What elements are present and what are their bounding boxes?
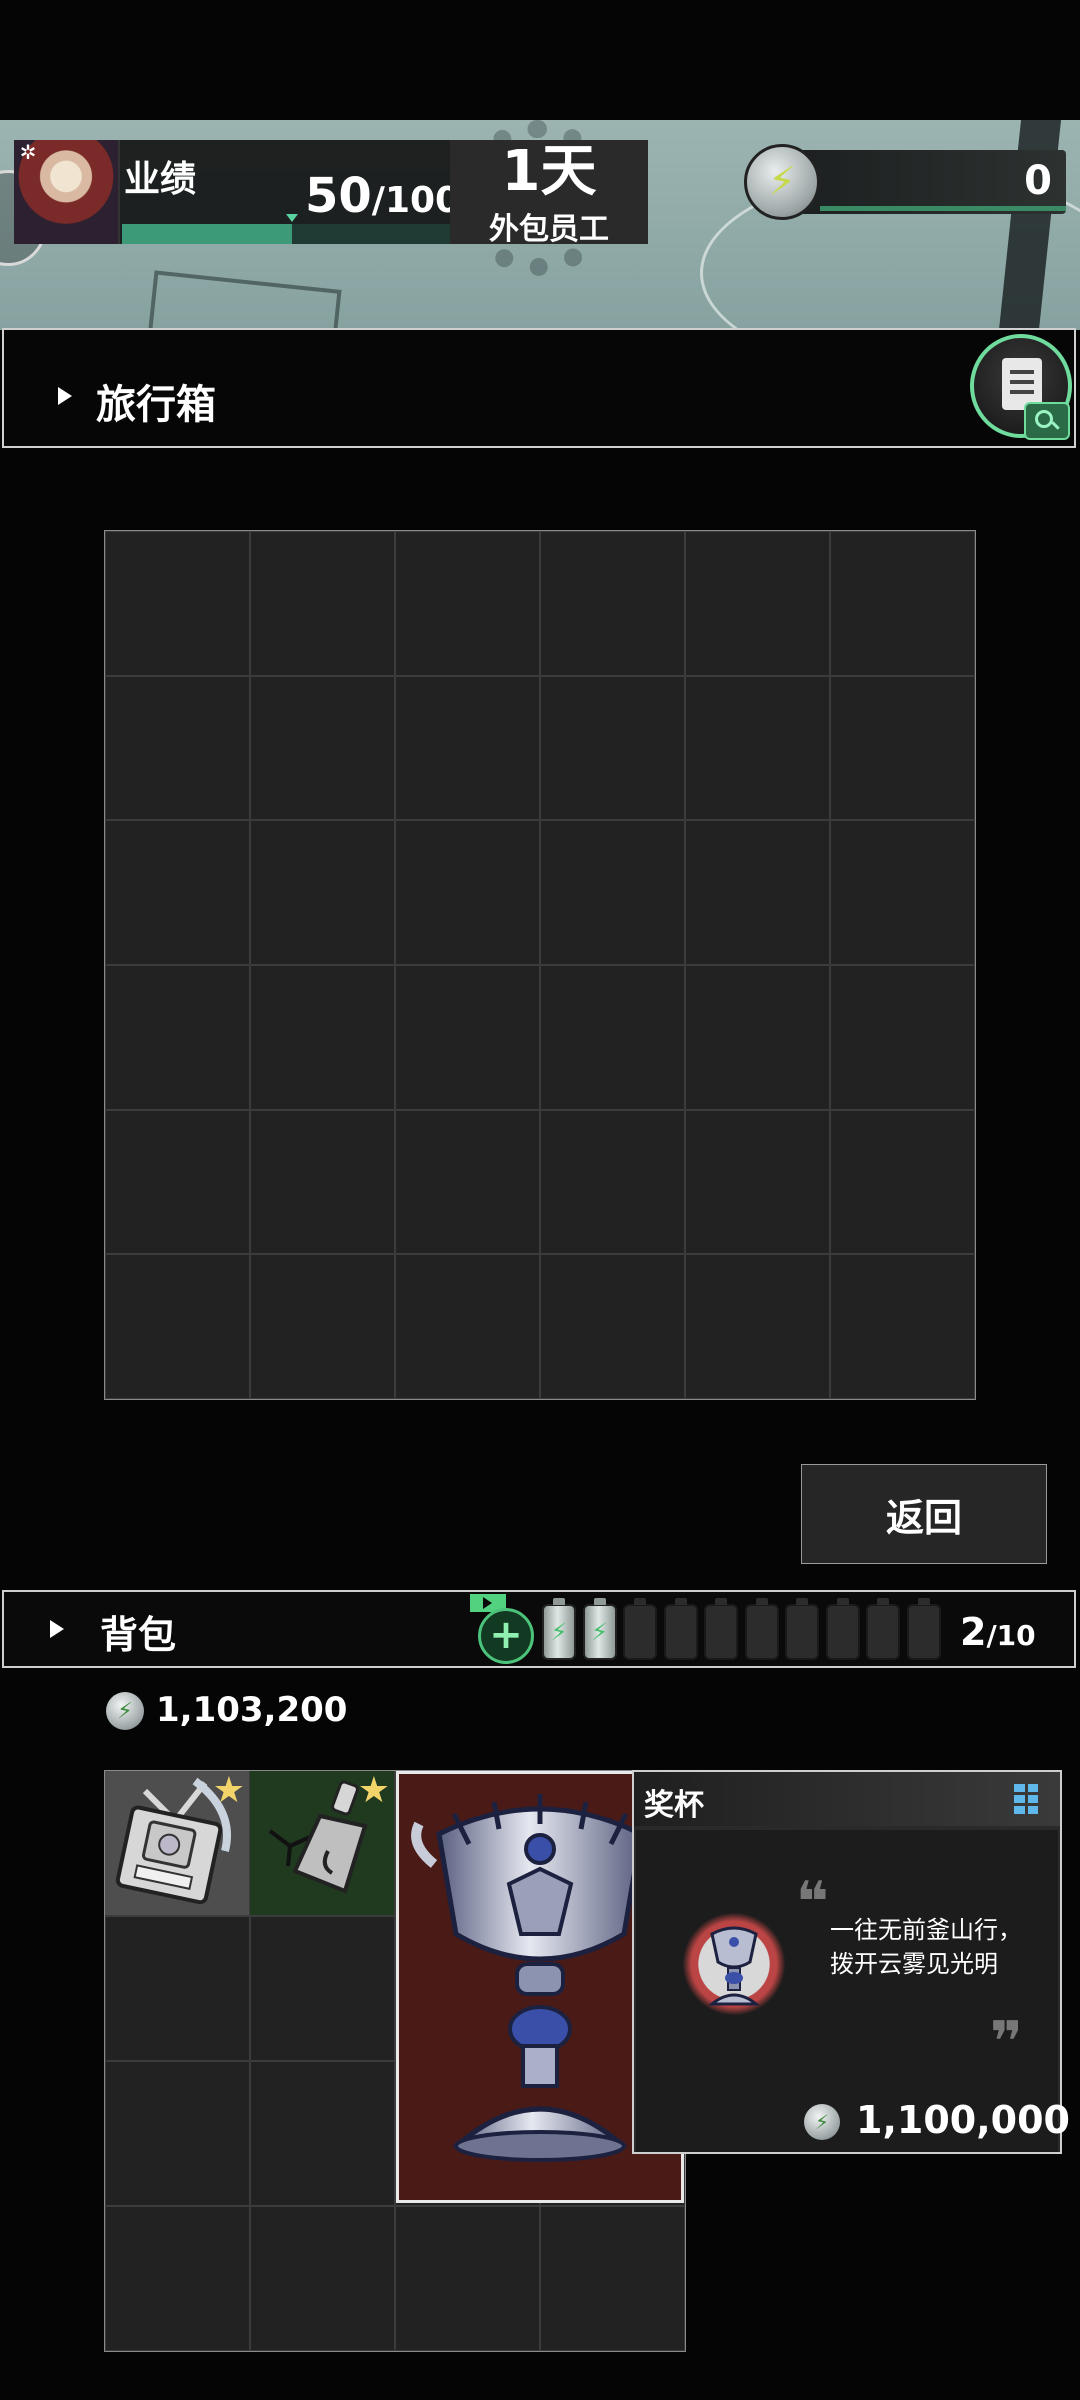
battery-empty-icon bbox=[785, 1598, 819, 1660]
star-icon: ★ bbox=[212, 1770, 245, 1811]
grid-cell[interactable] bbox=[105, 1109, 250, 1255]
performance-marker-icon bbox=[286, 214, 298, 222]
performance-bar-fill bbox=[122, 224, 292, 244]
grid-cell[interactable] bbox=[685, 531, 830, 676]
grid-cell[interactable] bbox=[105, 2061, 250, 2206]
performance-max: /100 bbox=[371, 180, 461, 221]
grid-cell[interactable] bbox=[540, 1109, 685, 1255]
slots-total: /10 bbox=[986, 1619, 1036, 1652]
grid-cell[interactable] bbox=[395, 1109, 540, 1255]
item-price: 1,100,000 bbox=[856, 2098, 1070, 2142]
grid-cell[interactable] bbox=[105, 675, 250, 821]
trophy-thumbnail-icon bbox=[682, 1912, 786, 2016]
grid-cell[interactable] bbox=[540, 675, 685, 821]
battery-empty-icon bbox=[663, 1598, 698, 1660]
battery-empty-icon bbox=[704, 1598, 738, 1660]
battery-empty-icon bbox=[623, 1598, 657, 1660]
coin-icon: ⚡ bbox=[804, 2104, 840, 2140]
add-slot-button[interactable]: + bbox=[478, 1608, 534, 1664]
grid-cell[interactable] bbox=[830, 531, 975, 676]
grid-cell[interactable] bbox=[540, 531, 685, 676]
grid-cell[interactable] bbox=[830, 675, 975, 821]
grid-cell[interactable] bbox=[540, 1254, 685, 1399]
grid-cell[interactable] bbox=[105, 1254, 250, 1399]
grid-cell[interactable] bbox=[685, 820, 830, 965]
tooltip-flavor-line-1: 一往无前釜山行， bbox=[830, 1916, 1022, 1944]
grid-cell[interactable] bbox=[540, 965, 685, 1110]
grid-cell[interactable] bbox=[250, 1916, 395, 2061]
grid-cell[interactable] bbox=[250, 820, 395, 965]
grid-cell[interactable] bbox=[395, 2206, 540, 2351]
expand-arrow-icon[interactable] bbox=[58, 387, 72, 405]
battery-full-icon bbox=[542, 1598, 576, 1660]
grid-cell[interactable] bbox=[395, 531, 540, 676]
backpack-title: 背包 bbox=[100, 1613, 177, 1657]
grid-cell[interactable] bbox=[830, 1254, 975, 1399]
grid-cell[interactable] bbox=[395, 1254, 540, 1399]
grid-cell[interactable] bbox=[830, 820, 975, 965]
grid-cell[interactable] bbox=[105, 1916, 250, 2061]
open-quote-icon: ❝ bbox=[796, 1870, 829, 1935]
slot-count: 2/10 bbox=[960, 1610, 1036, 1654]
grid-cell[interactable] bbox=[540, 820, 685, 965]
employee-role: 外包员工 bbox=[489, 212, 609, 247]
close-quote-icon: ❞ bbox=[990, 2010, 1023, 2075]
inventory-item-bell[interactable]: ★ bbox=[250, 1771, 394, 1915]
grid-cell[interactable] bbox=[105, 2206, 250, 2351]
grid-cell[interactable] bbox=[685, 1254, 830, 1399]
grid-cell[interactable] bbox=[250, 1109, 395, 1255]
grid-cell[interactable] bbox=[250, 675, 395, 821]
grid-cell[interactable] bbox=[105, 531, 250, 676]
battery-full-icon bbox=[582, 1598, 617, 1660]
star-icon: ★ bbox=[357, 1770, 390, 1811]
suitcase-title: 旅行箱 bbox=[96, 382, 216, 428]
performance-current: 50 bbox=[305, 168, 372, 224]
grid-cell[interactable] bbox=[105, 820, 250, 965]
performance-value: 50/100 bbox=[305, 168, 460, 224]
inventory-item-id-card[interactable]: ★ bbox=[105, 1771, 249, 1915]
grid-cell[interactable] bbox=[250, 965, 395, 1110]
gear-icon[interactable]: ✲ bbox=[16, 140, 40, 164]
tooltip-flavor-line-2: 拨开云雾见光明 bbox=[830, 1950, 998, 1978]
hud-background-decoration bbox=[146, 270, 342, 330]
grid-cell[interactable] bbox=[250, 2061, 395, 2206]
battery-empty-icon bbox=[825, 1598, 860, 1660]
grid-cell[interactable] bbox=[250, 1254, 395, 1399]
grid-cell[interactable] bbox=[540, 2206, 685, 2351]
grid-cell[interactable] bbox=[395, 965, 540, 1110]
coin-icon: ⚡ bbox=[106, 1692, 144, 1730]
battery-empty-icon bbox=[744, 1598, 779, 1660]
grid-cell[interactable] bbox=[395, 820, 540, 965]
suitcase-grid[interactable] bbox=[104, 530, 976, 1400]
battery-empty-icon bbox=[906, 1598, 941, 1660]
back-button[interactable]: 返回 bbox=[801, 1464, 1047, 1564]
energy-value: 0 bbox=[1024, 158, 1052, 204]
grid-cell[interactable] bbox=[830, 965, 975, 1110]
slots-used: 2 bbox=[960, 1610, 987, 1654]
grid-cell[interactable] bbox=[395, 675, 540, 821]
search-icon bbox=[1024, 402, 1070, 440]
grid-cell[interactable] bbox=[685, 965, 830, 1110]
grid-cell[interactable] bbox=[250, 531, 395, 676]
energy-bar-accent bbox=[820, 206, 1066, 211]
performance-label: 业绩 bbox=[124, 159, 197, 200]
grid-cell[interactable] bbox=[250, 2206, 395, 2351]
expand-arrow-icon[interactable] bbox=[50, 1620, 64, 1638]
inspect-checklist-button[interactable] bbox=[970, 334, 1072, 440]
energy-coin-icon[interactable]: ⚡ bbox=[744, 144, 820, 220]
grid-cell[interactable] bbox=[685, 675, 830, 821]
grid-cell[interactable] bbox=[830, 1109, 975, 1255]
grid-cell[interactable] bbox=[685, 1109, 830, 1255]
grid-cell[interactable] bbox=[105, 965, 250, 1110]
tooltip-title: 奖杯 bbox=[644, 1788, 704, 1823]
day-counter: 1天 bbox=[501, 139, 597, 204]
money-value: 1,103,200 bbox=[156, 1690, 348, 1730]
shape-grid-icon bbox=[1014, 1784, 1038, 1814]
battery-empty-icon bbox=[866, 1598, 900, 1660]
